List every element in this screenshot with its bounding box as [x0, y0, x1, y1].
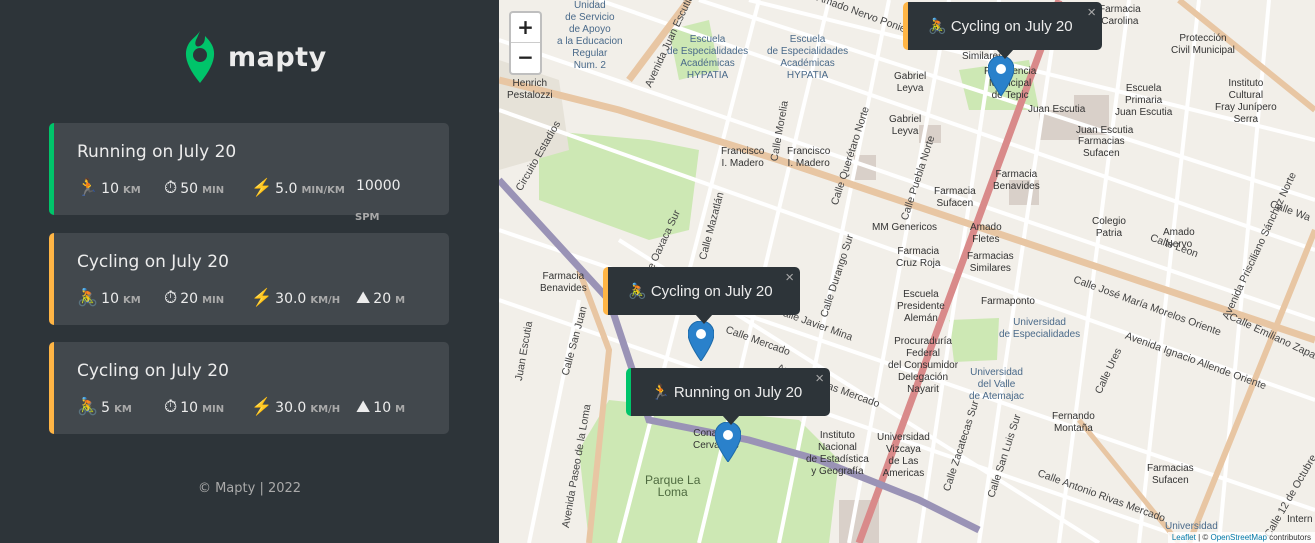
leaflet-link[interactable]: Leaflet: [1172, 533, 1196, 542]
popup-close-icon[interactable]: ×: [785, 269, 794, 286]
elevation-stat: ⛰ 10 M: [356, 397, 406, 417]
map-label: Universidad del Valle de Atemajac: [969, 367, 1025, 402]
map-label: Farmacias Sufacen: [1078, 136, 1125, 159]
map-label: Universidad de Especialidades: [999, 317, 1081, 340]
elevation-stat: ⛰ 20 M: [356, 288, 406, 308]
workout-card[interactable]: Running on July 20 🏃 10 KM ⏱ 50 MIN ⚡️ 5…: [49, 123, 449, 215]
workout-popup[interactable]: 🚴 Cycling on July 20 ×: [603, 267, 800, 324]
copyright: © Mapty | 2022: [197, 481, 302, 496]
map-label: Farmacia Sufacen: [934, 186, 976, 209]
map-label: Farmacia Cruz Roja: [896, 246, 941, 269]
map-marker-icon[interactable]: [715, 422, 741, 462]
popup-text: 🚴 Cycling on July 20: [628, 283, 773, 300]
workout-title: Cycling on July 20: [77, 252, 229, 272]
map-label: Farmaponto: [981, 296, 1035, 307]
lightning-icon: ⚡️: [251, 288, 273, 308]
zoom-control: + −: [509, 11, 542, 75]
map-label: Farmacias Similares: [967, 251, 1014, 274]
runner-icon: 🏃: [77, 178, 99, 198]
map-label: Fernando Montaña: [1052, 411, 1095, 434]
zoom-in-button[interactable]: +: [511, 13, 540, 43]
brand-name: mapty: [228, 41, 327, 73]
map-attribution: Leaflet | © OpenStreetMap contributors: [1167, 532, 1315, 543]
map[interactable]: Unidad de Servicio de Apoyo a la Educacion R…: [499, 0, 1315, 543]
cyclist-icon: 🚴: [77, 397, 99, 417]
sidebar: mapty Running on July 20 🏃 10 KM ⏱ 50 MI…: [0, 0, 499, 543]
distance-stat: 🏃 10 KM: [77, 178, 141, 198]
pace-stat: ⚡️ 5.0 MIN/KM: [251, 178, 345, 198]
osm-link[interactable]: OpenStreetMap: [1210, 533, 1266, 542]
workout-card[interactable]: Cycling on July 20 🚴 5 KM ⏱ 10 MIN ⚡️ 30…: [49, 342, 449, 434]
stopwatch-icon: ⏱: [164, 178, 178, 198]
map-label: Juan Escutia: [1028, 104, 1086, 115]
cadence-unit: SPM: [355, 212, 380, 223]
lightning-icon: ⚡️: [251, 178, 273, 198]
map-pin-logo-icon: [185, 31, 215, 83]
map-label: Intern: [1287, 514, 1313, 525]
map-label: Procuraduría Federal del Consumidor Delegac…: [888, 336, 959, 395]
logo: mapty: [185, 31, 327, 83]
stopwatch-icon: ⏱: [164, 288, 178, 308]
workout-title: Running on July 20: [77, 142, 237, 162]
map-label: Farmacias Sufacen: [1147, 463, 1194, 486]
distance-stat: 🚴 5 KM: [77, 397, 132, 417]
popup-close-icon[interactable]: ×: [1087, 4, 1096, 21]
popup-text: 🏃 Running on July 20: [651, 384, 803, 401]
map-label: Farmacia Benavides: [993, 169, 1040, 192]
lightning-icon: ⚡️: [251, 397, 273, 417]
workout-title: Cycling on July 20: [77, 361, 229, 381]
map-marker-icon[interactable]: [688, 321, 714, 361]
mountain-icon: ⛰: [356, 397, 371, 417]
zoom-out-button[interactable]: −: [511, 43, 540, 73]
map-label: Escuela de Especialidades Académicas HYPATI…: [767, 34, 849, 81]
map-label: Henrich Pestalozzi: [507, 78, 553, 101]
map-label: Farmacia Carolina: [1099, 4, 1141, 27]
popup-close-icon[interactable]: ×: [815, 370, 824, 387]
map-label: Escuela Presidente Alemán: [897, 289, 945, 324]
map-label: Protección Civil Municipal: [1171, 33, 1235, 56]
map-label: Francisco I. Madero: [721, 146, 765, 169]
map-marker-icon[interactable]: [988, 56, 1014, 96]
distance-stat: 🚴 10 KM: [77, 288, 141, 308]
cadence-stat: 10000: [356, 178, 401, 194]
workout-card[interactable]: Cycling on July 20 🚴 10 KM ⏱ 20 MIN ⚡️ 3…: [49, 233, 449, 325]
speed-stat: ⚡️ 30.0 KM/H: [251, 397, 341, 417]
map-label: Colegio Patria: [1092, 216, 1126, 239]
park-label: Parque La Loma: [645, 473, 701, 499]
workout-popup[interactable]: 🚴 Cycling on July 20 ×: [903, 2, 1102, 59]
map-label: Instituto Nacional de Estadística y Geograf…: [806, 430, 869, 477]
duration-stat: ⏱ 20 MIN: [164, 288, 225, 308]
cyclist-icon: 🚴: [77, 288, 99, 308]
map-label: Gabriel Leyva: [894, 71, 927, 94]
map-label: Escuela Primaria Juan Escutia: [1115, 83, 1173, 118]
map-label: MM Genericos: [872, 222, 938, 233]
map-label: Amado Fletes: [970, 222, 1002, 245]
popup-text: 🚴 Cycling on July 20: [928, 18, 1073, 35]
mountain-icon: ⛰: [356, 288, 371, 308]
duration-stat: ⏱ 50 MIN: [164, 178, 225, 198]
map-label: Farmacia Benavides: [540, 271, 587, 294]
map-label: Francisco I. Madero: [787, 146, 831, 169]
duration-stat: ⏱ 10 MIN: [164, 397, 225, 417]
map-label: Escuela de Especialidades Académicas HYPATI…: [667, 34, 749, 81]
map-label: Gabriel Leyva: [889, 114, 922, 137]
stopwatch-icon: ⏱: [164, 397, 178, 417]
map-label: Universidad Vizcaya de Las Americas: [877, 432, 930, 479]
workout-popup[interactable]: 🏃 Running on July 20 ×: [626, 368, 830, 425]
map-label: Instituto Cultural Fray Junípero Serra: [1215, 78, 1277, 125]
speed-stat: ⚡️ 30.0 KM/H: [251, 288, 341, 308]
map-label: Unidad de Servicio de Apoyo a la Educacion R…: [557, 0, 623, 71]
